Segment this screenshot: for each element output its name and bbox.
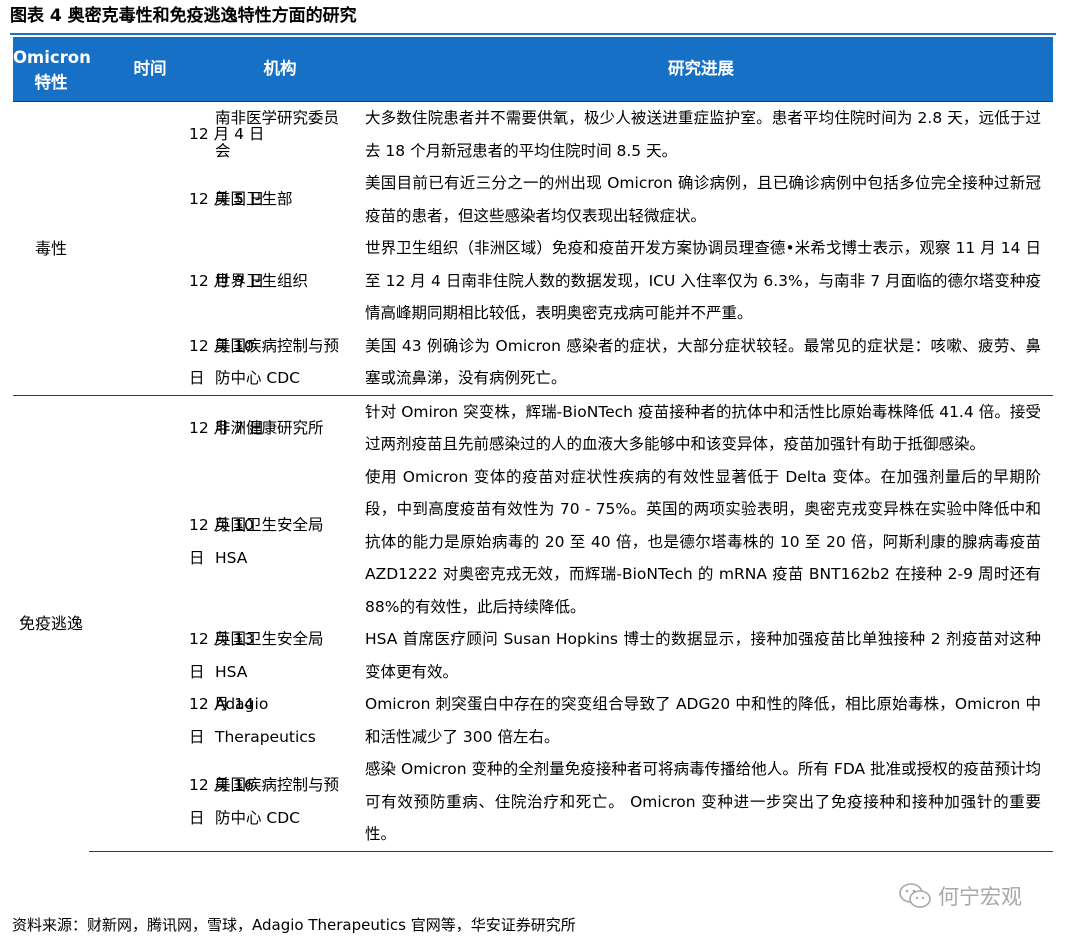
table-row: 12 月 13 日 英国卫生安全局 HSA HSA 首席医疗顾问 Susan Ho… [13,623,1053,688]
header-progress: 研究进展 [349,37,1053,102]
org-cell: 美国疾病控制与预防中心 CDC [215,336,340,388]
progress-cell: 针对 Omiron 突变株，辉瑞-BioNTech 疫苗接种者的抗体中和活性比原… [349,394,1053,461]
org-cell: 英国卫生安全局 HSA [215,516,324,567]
table-row: 12 月 5 日 美国卫生部 美国目前已有近三分之一的州出现 Omicron 确… [13,167,1053,232]
date-cell: 12 月 16 日 [89,753,254,852]
progress-cell: 世界卫生组织（非洲区域）免疫和疫苗开发方案协调员理查德•米希戈博士表示，观察 1… [365,239,1041,322]
watermark: 何宁宏观 [898,880,1022,912]
date-cell: 12 月 10 日 [189,336,254,388]
org-cell: 英国卫生安全局 HSA [215,630,324,681]
date-cell: 12 月 14 日 [189,695,254,746]
progress-cell: HSA 首席医疗顾问 Susan Hopkins 博士的数据显示，接种加强疫苗比… [365,630,1041,681]
date-cell: 12 月 10 日 [189,516,254,567]
date-cell: 12 月 9 日 [189,271,265,290]
date-cell: 12 月 5 日 [189,190,265,209]
progress-cell: 美国目前已有近三分之一的州出现 Omicron 确诊病例，且已确诊病例中包括多位… [365,174,1041,225]
header-trait: Omicron 特性 [13,37,91,102]
figure-title: 图表 4 奥密克毒性和免疫逃逸特性方面的研究 [10,6,357,26]
source-note: 资料来源：财新网，腾讯网，雪球，Adagio Therapeutics 官网等，… [12,916,576,934]
org-cell: 世界卫生组织 [215,271,309,290]
header-time: 时间 [89,37,211,102]
org-cell: 非洲健康研究所 [211,394,349,461]
table-row: 12 月 14 日 Adagio Therapeutics Omicron 刺突蛋… [13,688,1053,753]
header-org: 机构 [211,37,349,102]
table-row: 毒性 12 月 4 日 南非医学研究委员会 大多数住院患者并不需要供氧，极少人被… [13,101,1053,395]
org-cell: Adagio Therapeutics [215,695,316,746]
date-cell: 12 月 7 日 [89,394,264,461]
table-row: 免疫逃逸 12 月 7 日 非洲健康研究所 针对 Omiron 突变株，辉瑞-B… [13,394,1053,851]
table-row: 12 月 10 日 美国疾病控制与预防中心 CDC 美国 43 例确诊为 Omic… [13,330,1053,396]
progress-cell: 感染 Omicron 变种的全剂量免疫接种者可将病毒传播给他人。所有 FDA 批… [349,753,1053,852]
progress-cell: Omicron 刺突蛋白中存在的突变组合导致了 ADG20 中和性的降低，相比原… [365,695,1041,746]
wechat-icon [898,882,932,910]
watermark-text: 何宁宏观 [938,885,1022,909]
trait-cell: 毒性 [13,101,89,395]
org-cell: 美国疾病控制与预防中心 CDC [211,753,349,852]
progress-cell: 大多数住院患者并不需要供氧，极少人被送进重症监护室。患者平均住院时间为 2.8 … [349,101,1053,167]
org-cell: 南非医学研究委员会 [211,101,349,167]
progress-cell: 美国 43 例确诊为 Omicron 感染者的症状，大部分症状较轻。最常见的症状… [365,336,1041,388]
research-table: Omicron 特性 时间 机构 研究进展 毒性 12 月 4 日 南非医学研究… [13,37,1053,852]
date-cell: 12 月 4 日 [89,101,264,167]
table-header-row: Omicron 特性 时间 机构 研究进展 [13,37,1053,102]
org-cell: 美国卫生部 [215,190,293,209]
title-rule [10,33,1056,35]
progress-cell: 使用 Omicron 变体的疫苗对症状性疾病的有效性显著低于 Delta 变体。… [365,467,1041,616]
table-row: 12 月 10 日 英国卫生安全局 HSA 使用 Omicron 变体的疫苗对症状… [13,461,1053,624]
table-row: 12 月 16 日 美国疾病控制与预防中心 CDC 感染 Omicron 变种的全… [13,753,1053,852]
trait-cell: 免疫逃逸 [13,394,89,851]
date-cell: 12 月 13 日 [189,630,254,681]
table-row: 12 月 9 日 世界卫生组织 世界卫生组织（非洲区域）免疫和疫苗开发方案协调员… [13,232,1053,330]
